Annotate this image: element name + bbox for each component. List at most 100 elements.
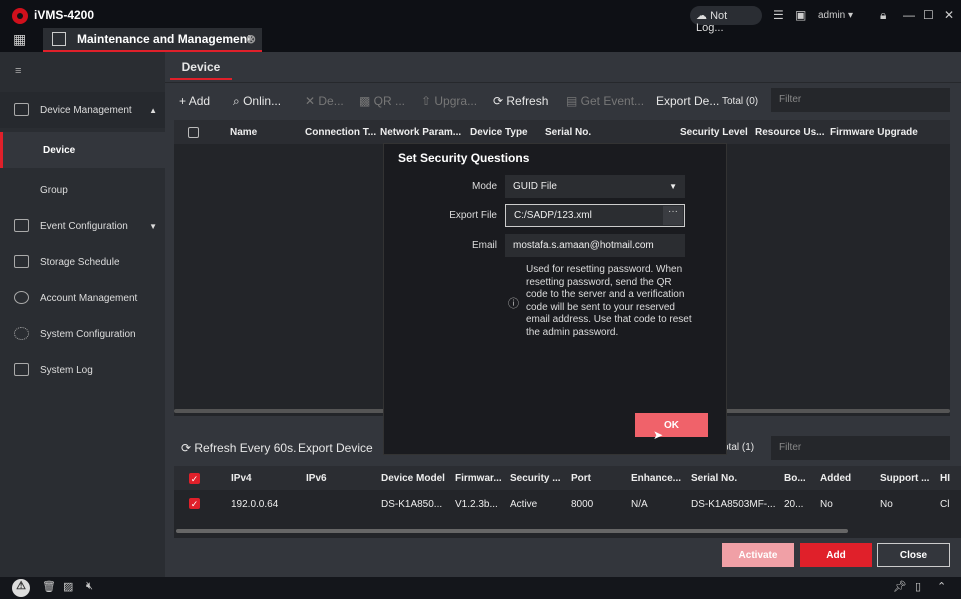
mode-select[interactable]: GUID File ▼ <box>505 175 685 198</box>
collapse-menu-icon[interactable]: ≡ <box>15 65 21 77</box>
sidebar-item-event-configuration[interactable]: Event Configuration ▼ <box>0 208 165 244</box>
sidebar-item-label: System Configuration <box>40 328 136 340</box>
app-title: iVMS-4200 <box>34 8 95 22</box>
column-header[interactable]: Connection T... <box>305 127 376 138</box>
close-icon[interactable]: ✕ <box>944 8 954 22</box>
column-header[interactable]: Added <box>820 473 851 484</box>
column-header[interactable]: IPv6 <box>306 473 327 484</box>
online-horizontal-scrollbar[interactable] <box>176 529 848 533</box>
sidebar-item-system-log[interactable]: System Log <box>0 352 165 388</box>
qr-label: QR ... <box>373 94 406 108</box>
column-header[interactable]: Serial No. <box>691 473 737 484</box>
dialog-title: Set Security Questions <box>398 151 530 165</box>
cell-device-model: DS-K1A850... <box>381 499 443 510</box>
column-header[interactable]: Firmware Upgrade <box>830 127 918 138</box>
activate-button[interactable]: Activate <box>722 543 794 567</box>
cell-support: No <box>880 499 893 510</box>
cloud-status: Not Log... <box>696 10 728 34</box>
task-list-icon[interactable]: ☰ <box>773 8 784 22</box>
export-file-value: C:/SADP/123.xml <box>514 210 592 221</box>
sidebar-item-label: Storage Schedule <box>40 256 120 268</box>
window-icon[interactable]: ▯ <box>915 580 921 593</box>
sidebar-item-account-management[interactable]: Account Management <box>0 280 165 316</box>
alarm-icon[interactable]: ⚠ <box>12 579 30 597</box>
column-header[interactable]: Resource Us... <box>755 127 824 138</box>
column-header[interactable]: Port <box>571 473 591 484</box>
subtab-device[interactable]: Device <box>170 58 232 80</box>
cell-ipv4: 192.0.0.64 <box>231 499 279 510</box>
hint-text: Used for resetting password. When resett… <box>526 264 692 338</box>
select-all-online-checkbox[interactable]: ✓ <box>189 473 200 484</box>
column-header[interactable]: Support ... <box>880 473 929 484</box>
online-device-button[interactable]: ⌕ Onlin... <box>233 94 281 109</box>
user-name: admin <box>818 10 846 21</box>
add-button[interactable]: + Add <box>179 94 210 108</box>
tab-maintenance[interactable]: Maintenance and Management ⊗ <box>43 28 262 52</box>
export-file-input[interactable]: C:/SADP/123.xml ··· <box>505 204 685 227</box>
add-label: Add <box>188 94 211 108</box>
export-online-device-button[interactable]: Export Device <box>298 441 373 455</box>
sidebar-item-system-configuration[interactable]: System Configuration <box>0 316 165 352</box>
monitor-icon[interactable]: ▣ <box>795 8 806 22</box>
column-header[interactable]: Device Type <box>470 127 528 138</box>
ok-button[interactable]: OK <box>635 413 708 437</box>
lock-icon[interactable]: 🔒︎ <box>880 8 886 23</box>
column-header[interactable]: Device Model <box>381 473 445 484</box>
column-header[interactable]: IPv4 <box>231 473 252 484</box>
table-empty-area <box>174 518 961 538</box>
sidebar-item-label: Group <box>40 184 68 196</box>
get-event-button[interactable]: ▤ Get Event... <box>566 94 644 108</box>
export-device-button[interactable]: Export De... <box>656 94 719 108</box>
sidebar-item-group[interactable]: Group <box>0 172 165 208</box>
log-icon <box>14 363 29 376</box>
row-checkbox[interactable]: ✓ <box>189 498 200 509</box>
select-all-checkbox[interactable] <box>188 127 199 138</box>
refresh-interval-label: Refresh Every 60s. <box>194 441 297 455</box>
column-header[interactable]: Bo... <box>784 473 806 484</box>
column-header[interactable]: Enhance... <box>631 473 681 484</box>
sidebar-item-storage-schedule[interactable]: Storage Schedule <box>0 244 165 280</box>
column-header[interactable]: HI <box>940 473 950 484</box>
sidebar-item-device-management[interactable]: Device Management ▲ <box>0 92 165 128</box>
tab-label: Maintenance and Management <box>77 32 252 46</box>
column-header[interactable]: Serial No. <box>545 127 591 138</box>
sidebar: ≡ Device Management ▲ Device Group Event … <box>0 52 165 577</box>
trash-icon[interactable]: 🗑︎ <box>42 580 56 593</box>
column-header[interactable]: Firmwar... <box>455 473 502 484</box>
column-header[interactable]: Security ... <box>510 473 561 484</box>
pin-icon[interactable]: 📌︎ <box>893 580 907 593</box>
close-button[interactable]: Close <box>877 543 950 567</box>
expand-up-icon[interactable]: ⌃ <box>937 580 946 593</box>
mute-icon[interactable]: 🔇︎ <box>86 580 93 593</box>
refresh-label: Refresh <box>506 94 549 108</box>
cell-enhanced: N/A <box>631 499 648 510</box>
browse-button[interactable]: ··· <box>663 206 683 225</box>
image-settings-icon[interactable]: ▨ <box>63 580 73 593</box>
upgrade-button[interactable]: ⇧ Upgra... <box>421 94 477 108</box>
chevron-down-icon: ▼ <box>669 182 677 191</box>
device-icon <box>14 103 29 116</box>
add-device-button[interactable]: Add <box>800 543 872 567</box>
online-filter-input[interactable]: Filter <box>771 436 950 460</box>
modules-grid-icon[interactable]: ▦ <box>13 31 26 48</box>
tab-close-icon[interactable]: ⊗ <box>246 32 256 46</box>
sidebar-item-label: Event Configuration <box>40 220 128 232</box>
refresh-interval-button[interactable]: ⟳ Refresh Every 60s. <box>181 441 296 455</box>
cell-serial: DS-K1A8503MF-... <box>691 499 776 510</box>
column-header[interactable]: Security Level <box>680 127 748 138</box>
cloud-status-button[interactable]: ☁ Not Log... <box>690 6 762 34</box>
column-header[interactable]: Network Param... <box>380 127 461 138</box>
user-menu[interactable]: admin ▾ <box>818 10 853 21</box>
refresh-button[interactable]: ⟳ Refresh <box>493 94 548 108</box>
minimize-icon[interactable]: — <box>903 8 915 22</box>
maximize-icon[interactable]: ☐ <box>923 8 934 22</box>
filter-input[interactable]: Filter <box>771 88 950 112</box>
sidebar-item-device[interactable]: Device <box>0 132 165 168</box>
app-logo <box>12 8 28 24</box>
table-row[interactable] <box>174 490 961 518</box>
delete-button[interactable]: ✕ De... <box>305 94 344 108</box>
mode-value: GUID File <box>513 181 557 192</box>
column-header[interactable]: Name <box>230 127 257 138</box>
email-input[interactable]: mostafa.s.amaan@hotmail.com <box>505 234 685 257</box>
qr-button[interactable]: ▩ QR ... <box>359 94 405 108</box>
